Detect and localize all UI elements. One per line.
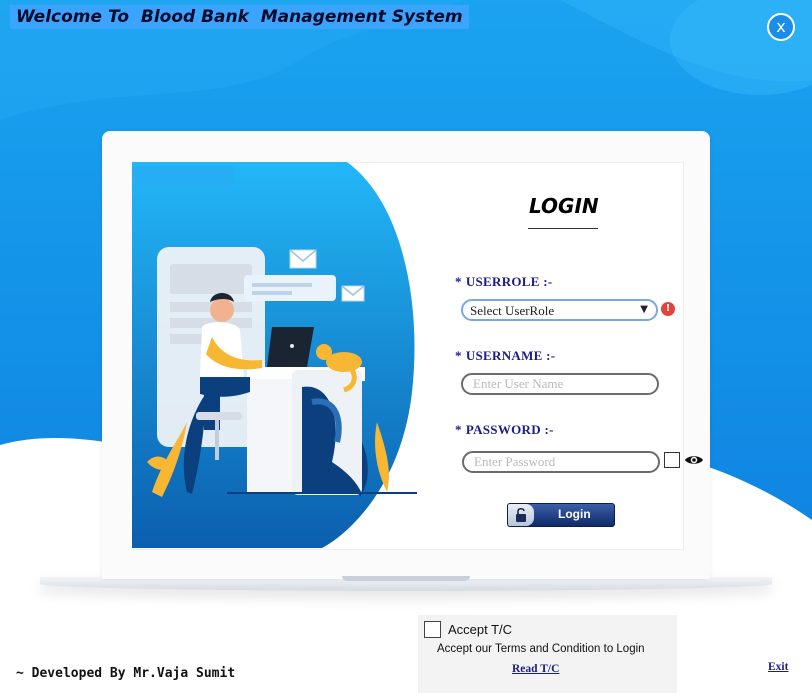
- password-label: * PASSWORD :-: [455, 422, 554, 438]
- heading-underline: [528, 228, 598, 229]
- login-button-label: Login: [558, 507, 591, 521]
- accept-terms-label: Accept T/C: [448, 622, 513, 637]
- required-marker: *: [455, 274, 462, 289]
- terms-subtext: Accept our Terms and Condition to Login: [437, 643, 645, 655]
- exit-link[interactable]: Exit: [768, 661, 788, 673]
- required-marker: *: [455, 422, 462, 437]
- userrole-label: * USERROLE :-: [455, 274, 553, 290]
- username-input[interactable]: [461, 373, 659, 395]
- eye-icon[interactable]: [684, 453, 704, 467]
- lock-icon-wrap: [508, 504, 534, 526]
- login-button[interactable]: Login: [507, 503, 615, 527]
- userrole-select[interactable]: Select UserRole ▼: [461, 299, 658, 321]
- password-label-text: PASSWORD :-: [465, 422, 554, 437]
- lock-icon: [516, 507, 526, 522]
- userrole-selected-value: Select UserRole: [470, 303, 555, 318]
- login-heading: LOGIN: [529, 194, 599, 218]
- app-title: Welcome To Blood Bank Management System: [10, 5, 469, 29]
- required-marker: *: [455, 348, 462, 363]
- password-input[interactable]: [462, 451, 660, 473]
- error-icon: !: [661, 302, 675, 316]
- show-password-checkbox[interactable]: [664, 452, 680, 468]
- userrole-label-text: USERROLE :-: [465, 274, 553, 289]
- login-illustration: [132, 162, 417, 548]
- close-button[interactable]: x: [767, 13, 795, 41]
- close-icon[interactable]: x: [776, 17, 785, 36]
- read-terms-link[interactable]: Read T/C: [512, 663, 559, 675]
- username-label-text: USERNAME :-: [465, 348, 556, 363]
- username-label: * USERNAME :-: [455, 348, 555, 364]
- chevron-down-icon[interactable]: ▼: [640, 304, 648, 315]
- developer-credit: ~ Developed By Mr.Vaja Sumit: [10, 663, 242, 685]
- accept-terms-checkbox[interactable]: [424, 621, 441, 638]
- laptop-notch: [342, 576, 470, 581]
